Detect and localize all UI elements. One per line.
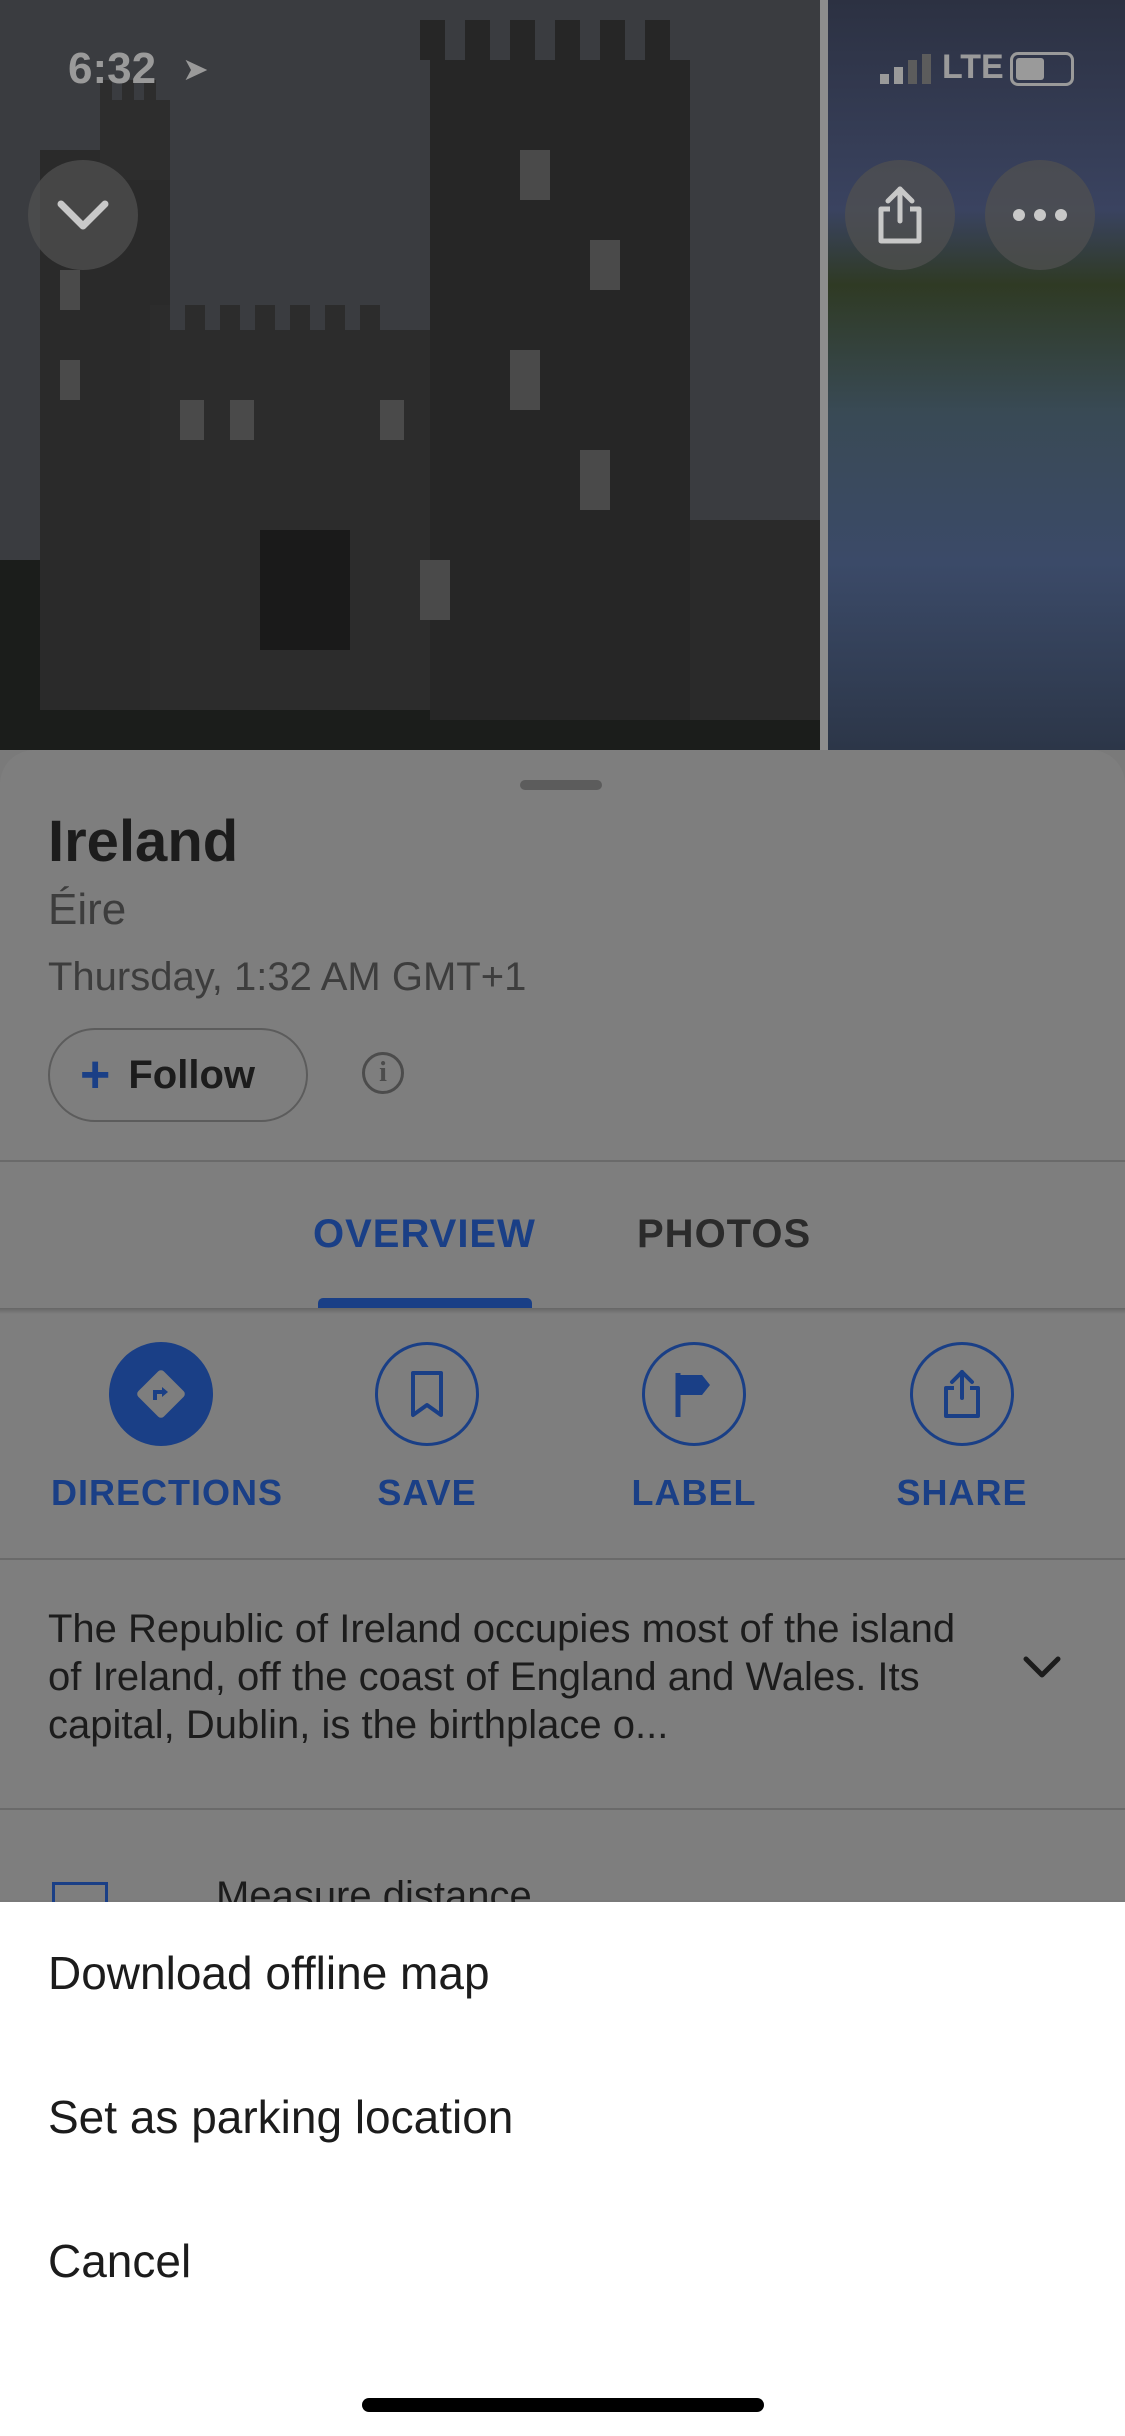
ruler-icon	[52, 1882, 108, 1904]
divider	[0, 1558, 1125, 1560]
castle-image	[0, 0, 820, 750]
photo-divider	[820, 0, 828, 750]
network-type: LTE	[942, 48, 1004, 86]
status-bar: 6:32 ➤ LTE	[0, 40, 1125, 100]
signal-icon	[880, 54, 931, 84]
more-horizontal-icon	[1013, 209, 1067, 221]
place-subtitle: Éire	[48, 885, 127, 934]
directions-button[interactable]: DIRECTIONS	[51, 1342, 284, 1514]
label-label: LABEL	[631, 1472, 757, 1513]
action-sheet: Download offline map Set as parking loca…	[0, 1902, 1125, 2436]
label-button[interactable]: LABEL	[584, 1342, 804, 1514]
share-label: SHARE	[896, 1472, 1028, 1513]
follow-label: Follow	[128, 1052, 256, 1097]
directions-icon	[109, 1342, 213, 1446]
place-description[interactable]: The Republic of Ireland occupies most of…	[48, 1605, 988, 1749]
chevron-down-icon	[57, 200, 109, 230]
share-photo-button[interactable]	[845, 160, 955, 270]
share-icon	[910, 1342, 1014, 1446]
set-parking-location-item[interactable]: Set as parking location	[48, 2090, 513, 2144]
status-time: 6:32	[68, 44, 157, 93]
place-photo-main[interactable]	[0, 0, 820, 750]
place-title: Ireland	[48, 809, 239, 874]
home-indicator	[362, 2398, 764, 2412]
cancel-item[interactable]: Cancel	[48, 2234, 191, 2288]
share-icon	[878, 186, 922, 244]
tab-overview[interactable]: OVERVIEW	[313, 1212, 536, 1257]
plus-icon: +	[80, 1046, 111, 1104]
place-datetime: Thursday, 1:32 AM GMT+1	[48, 955, 527, 999]
tab-photos[interactable]: PHOTOS	[637, 1212, 811, 1257]
battery-icon	[1010, 52, 1074, 86]
download-offline-map-item[interactable]: Download offline map	[48, 1946, 490, 2000]
chevron-down-icon[interactable]	[1022, 1655, 1062, 1681]
save-label: SAVE	[377, 1472, 477, 1513]
tabbar-shadow	[0, 1308, 1125, 1314]
sheet-grabber[interactable]	[520, 780, 602, 790]
more-options-button[interactable]	[985, 160, 1095, 270]
location-arrow-icon: ➤	[182, 51, 209, 87]
directions-label: DIRECTIONS	[51, 1472, 284, 1513]
info-icon[interactable]: i	[362, 1052, 404, 1094]
save-button[interactable]: SAVE	[317, 1342, 537, 1514]
bookmark-icon	[375, 1342, 479, 1446]
place-sheet: Ireland Éire Thursday, 1:32 AM GMT+1 + F…	[0, 750, 1125, 1918]
divider	[0, 1808, 1125, 1810]
share-button[interactable]: SHARE	[852, 1342, 1072, 1514]
flag-icon	[642, 1342, 746, 1446]
follow-button[interactable]: + Follow	[48, 1028, 308, 1122]
divider	[0, 1160, 1125, 1162]
active-tab-indicator	[318, 1298, 532, 1308]
place-photo-secondary[interactable]	[828, 0, 1125, 750]
collapse-button[interactable]	[28, 160, 138, 270]
